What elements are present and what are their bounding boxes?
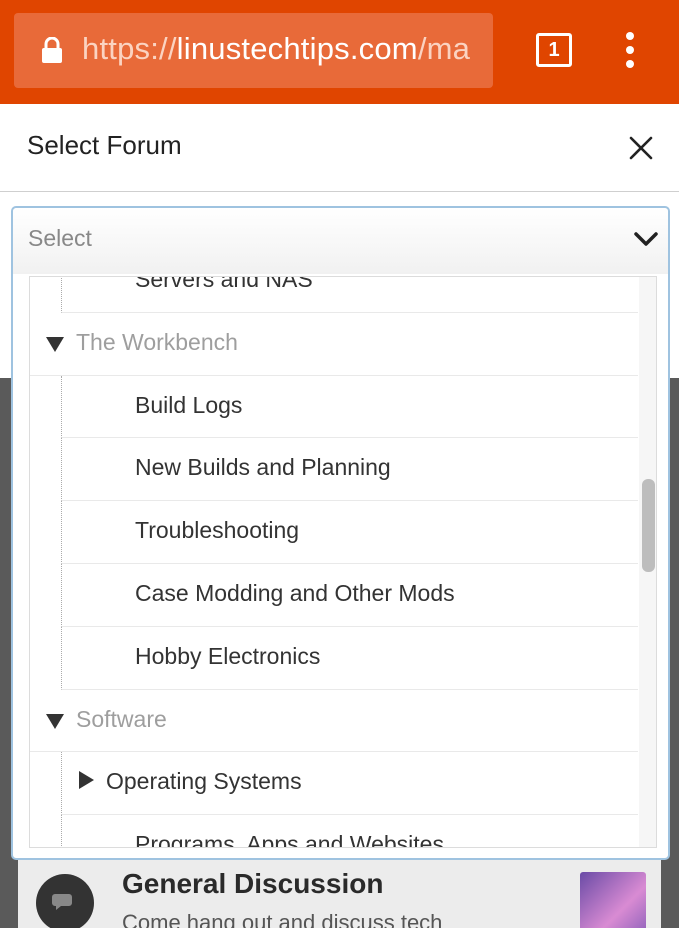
url-host: linustechtips.com [176,31,418,66]
option-item[interactable]: Servers and NAS [61,276,638,313]
tabs-icon[interactable]: 1 [536,33,572,67]
option-item[interactable]: Troubleshooting [61,501,638,564]
select-value: Select [28,225,92,251]
option-group: The Workbench [30,313,638,376]
option-item[interactable]: Case Modding and Other Mods [61,563,638,627]
triangle-down-icon [46,713,64,729]
browser-toolbar: https://linustechtips.com/ma 1 [0,0,679,104]
option-list: Servers and NAS The Workbench Build Logs Ne… [30,276,638,848]
forum-select[interactable]: Select Servers and NAS The Workbench Build… [11,206,670,860]
modal-title: Select Forum [27,130,182,160]
option-label: Hobby Electronics [135,642,321,669]
option-item[interactable]: Operating Systems [61,752,638,816]
url-scheme: https:// [82,31,177,66]
triangle-right-icon[interactable] [79,771,94,790]
close-icon[interactable] [627,134,655,162]
menu-kebab-icon[interactable] [615,30,645,70]
option-label: Build Logs [135,391,243,418]
option-label: Programs, Apps and Websites [135,831,444,848]
forum-card[interactable]: General Discussion Come hang out and dis… [18,858,661,928]
option-label: Troubleshooting [135,517,300,544]
scrollbar-thumb[interactable] [642,479,655,572]
option-item[interactable]: New Builds and Planning [61,438,638,502]
chat-icon [36,874,94,928]
option-label: Servers and NAS [135,276,313,292]
option-item[interactable]: Hobby Electronics [61,626,638,690]
option-label: Operating Systems [106,768,302,795]
url-path: /ma [417,31,471,66]
option-label: Case Modding and Other Mods [135,579,455,606]
option-item[interactable]: Build Logs [61,375,638,439]
select-header[interactable]: Select [13,208,668,274]
address-bar[interactable]: https://linustechtips.com/ma [14,13,493,88]
select-forum-modal: Select Forum [0,104,679,192]
option-item[interactable]: Programs, Apps and Websites [61,815,638,848]
lock-icon [42,37,62,63]
triangle-down-icon [46,336,64,352]
url-text: https://linustechtips.com/ma [82,31,470,67]
option-label: Software [76,705,167,732]
chevron-down-icon [634,232,658,246]
option-label: New Builds and Planning [135,454,391,481]
forum-thumbnail [580,872,646,928]
option-group: Software [30,690,638,753]
forum-description: Come hang out and discuss tech [122,910,443,928]
forum-title[interactable]: General Discussion [122,868,383,900]
dropdown-list[interactable]: Servers and NAS The Workbench Build Logs Ne… [29,276,657,848]
option-label: The Workbench [76,328,238,355]
